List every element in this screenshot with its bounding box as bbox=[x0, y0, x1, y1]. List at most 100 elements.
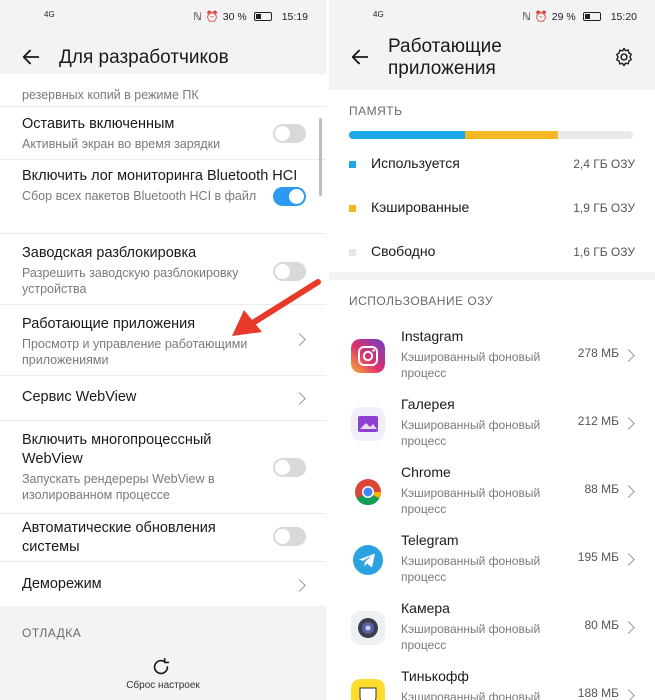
item-subtitle: Просмотр и управление работающими прилож… bbox=[22, 337, 248, 367]
app-row-telegram[interactable]: Telegram Кэшированный фоновый процесс 19… bbox=[329, 526, 655, 594]
gear-icon[interactable] bbox=[613, 46, 635, 68]
previous-item-partial[interactable]: резервных копий в режиме ПК bbox=[0, 74, 326, 107]
setting-webview-service[interactable]: Сервис WebView bbox=[0, 376, 326, 421]
setting-stay-awake[interactable]: Оставить включенным Активный экран во вр… bbox=[0, 107, 326, 160]
chevron-right-icon bbox=[622, 417, 635, 430]
app-status: Кэшированный фоновый процесс bbox=[401, 622, 541, 652]
instagram-icon bbox=[351, 339, 385, 373]
page-title: Работающие приложения bbox=[388, 36, 502, 80]
app-row-camera[interactable]: Камера Кэшированный фоновый процесс 80 М… bbox=[329, 594, 655, 662]
setting-auto-system-updates[interactable]: Автоматические обновления системы bbox=[0, 514, 326, 562]
back-arrow-icon[interactable] bbox=[349, 46, 371, 68]
scrollbar[interactable] bbox=[319, 118, 322, 196]
camera-icon bbox=[351, 611, 385, 645]
status-bar: 4G ℕ ⏰ 30 % 15:19 bbox=[0, 10, 326, 28]
bluetooth-hci-toggle[interactable] bbox=[273, 187, 306, 206]
telegram-icon bbox=[353, 545, 383, 575]
item-subtitle: резервных копий в режиме ПК bbox=[22, 88, 199, 102]
page-title-line: Работающие bbox=[388, 36, 502, 57]
reset-settings-button[interactable]: Сброс настроек bbox=[0, 680, 326, 691]
app-memory: 195 МБ bbox=[577, 550, 619, 564]
setting-demo-mode[interactable]: Деморежим bbox=[0, 562, 326, 606]
app-name: Камера bbox=[401, 600, 450, 616]
app-name: Instagram bbox=[401, 328, 464, 344]
clock: 15:20 bbox=[610, 10, 637, 23]
setting-multiprocess-webview[interactable]: Включить многопроцессный WebView Запуска… bbox=[0, 421, 326, 514]
free-dot-icon bbox=[349, 249, 356, 256]
running-apps-screen: 4G ℕ ⏰ 29 % 15:20 Работающие приложения … bbox=[329, 0, 655, 700]
chevron-right-icon bbox=[622, 689, 635, 700]
item-subtitle: Активный экран во время зарядки bbox=[22, 137, 221, 151]
stay-awake-toggle[interactable] bbox=[273, 124, 306, 143]
chevron-right-icon bbox=[622, 621, 635, 634]
chrome-icon bbox=[355, 479, 381, 506]
battery-icon bbox=[253, 12, 272, 21]
reset-icon[interactable] bbox=[150, 656, 172, 678]
cached-dot-icon bbox=[349, 205, 356, 212]
setting-bluetooth-hci-log[interactable]: Включить лог мониторинга Bluetooth HCI С… bbox=[0, 160, 326, 234]
app-memory: 212 МБ bbox=[577, 414, 619, 428]
item-title: Оставить включенным bbox=[22, 116, 175, 132]
nfc-icon: ℕ bbox=[522, 10, 531, 23]
settings-list: резервных копий в режиме ПК Оставить вкл… bbox=[0, 74, 326, 606]
item-title: Сервис WebView bbox=[22, 389, 137, 405]
legend-label: Свободно bbox=[371, 243, 436, 259]
app-status: Кэшированный фоновый процесс bbox=[401, 486, 541, 516]
section-header-debugging: ОТЛАДКА bbox=[22, 626, 82, 640]
app-row-chrome[interactable]: Chrome Кэшированный фоновый процесс 88 М… bbox=[329, 458, 655, 526]
legend-label: Кэшированные bbox=[371, 199, 470, 215]
item-subtitle: Разрешить заводскую разблокировку устрой… bbox=[22, 266, 239, 296]
legend-label: Используется bbox=[371, 155, 460, 171]
battery-percent: 30 % bbox=[222, 10, 247, 23]
back-arrow-icon[interactable] bbox=[20, 46, 42, 68]
item-title: Включить лог мониторинга Bluetooth HCI bbox=[22, 168, 298, 184]
battery-icon bbox=[582, 12, 601, 21]
gallery-icon bbox=[351, 407, 385, 441]
annotation-arrow-icon bbox=[232, 279, 321, 336]
app-name: Telegram bbox=[401, 532, 459, 548]
app-memory: 80 МБ bbox=[584, 618, 619, 632]
clock: 15:19 bbox=[281, 10, 308, 23]
nfc-icon: ℕ bbox=[193, 10, 202, 23]
memory-legend-used: Используется 2,4 ГБ ОЗУ bbox=[349, 155, 635, 175]
app-name: Галерея bbox=[401, 396, 455, 412]
app-status: Кэшированный фоновый процесс bbox=[401, 350, 541, 380]
chevron-right-icon bbox=[622, 349, 635, 362]
section-header-ram-usage: ИСПОЛЬЗОВАНИЕ ОЗУ bbox=[349, 294, 493, 308]
auto-updates-toggle[interactable] bbox=[273, 527, 306, 546]
memory-legend-free: Свободно 1,6 ГБ ОЗУ bbox=[349, 243, 635, 263]
network-indicator: 4G bbox=[44, 10, 55, 19]
app-bar: Работающие приложения bbox=[329, 36, 655, 80]
battery-percent: 29 % bbox=[551, 10, 576, 23]
app-status: Кэшированный фоновый процесс bbox=[401, 418, 541, 448]
section-header-memory: ПАМЯТЬ bbox=[349, 104, 403, 118]
app-memory: 278 МБ bbox=[577, 346, 619, 360]
legend-value: 2,4 ГБ ОЗУ bbox=[573, 157, 635, 171]
memory-legend-cached: Кэшированные 1,9 ГБ ОЗУ bbox=[349, 199, 635, 219]
status-bar: 4G ℕ ⏰ 29 % 15:20 bbox=[329, 10, 655, 28]
chevron-right-icon bbox=[622, 553, 635, 566]
app-memory: 88 МБ bbox=[584, 482, 619, 496]
ram-usage-card: ИСПОЛЬЗОВАНИЕ ОЗУ Instagram Кэшированный… bbox=[329, 280, 655, 700]
memory-bar-used bbox=[349, 131, 466, 139]
page-title: Для разработчиков bbox=[59, 47, 229, 68]
developer-options-screen: 4G ℕ ⏰ 30 % 15:19 Для разработчиков резе… bbox=[0, 0, 326, 700]
app-name: Chrome bbox=[401, 464, 451, 480]
app-row-gallery[interactable]: Галерея Кэшированный фоновый процесс 212… bbox=[329, 390, 655, 458]
app-status: Кэшированный фоновый процесс bbox=[401, 690, 541, 700]
app-memory: 188 МБ bbox=[577, 686, 619, 700]
item-title: Включить многопроцессный WebView bbox=[22, 432, 212, 467]
app-name: Тинькофф bbox=[401, 668, 469, 684]
app-status: Кэшированный фоновый процесс bbox=[401, 554, 541, 584]
reset-bar: Сброс настроек bbox=[0, 646, 326, 700]
chevron-right-icon bbox=[622, 485, 635, 498]
item-subtitle: Сбор всех пакетов Bluetooth HCI в файл bbox=[22, 189, 257, 203]
tinkoff-icon bbox=[351, 679, 385, 700]
app-row-tinkoff[interactable]: Тинькофф Кэшированный фоновый процесс 18… bbox=[329, 662, 655, 700]
network-indicator: 4G bbox=[373, 10, 384, 19]
multiprocess-webview-toggle[interactable] bbox=[273, 458, 306, 477]
legend-value: 1,6 ГБ ОЗУ bbox=[573, 245, 635, 259]
item-title: Автоматические обновления системы bbox=[22, 520, 216, 555]
app-row-instagram[interactable]: Instagram Кэшированный фоновый процесс 2… bbox=[329, 322, 655, 390]
memory-usage-bar bbox=[349, 131, 633, 139]
